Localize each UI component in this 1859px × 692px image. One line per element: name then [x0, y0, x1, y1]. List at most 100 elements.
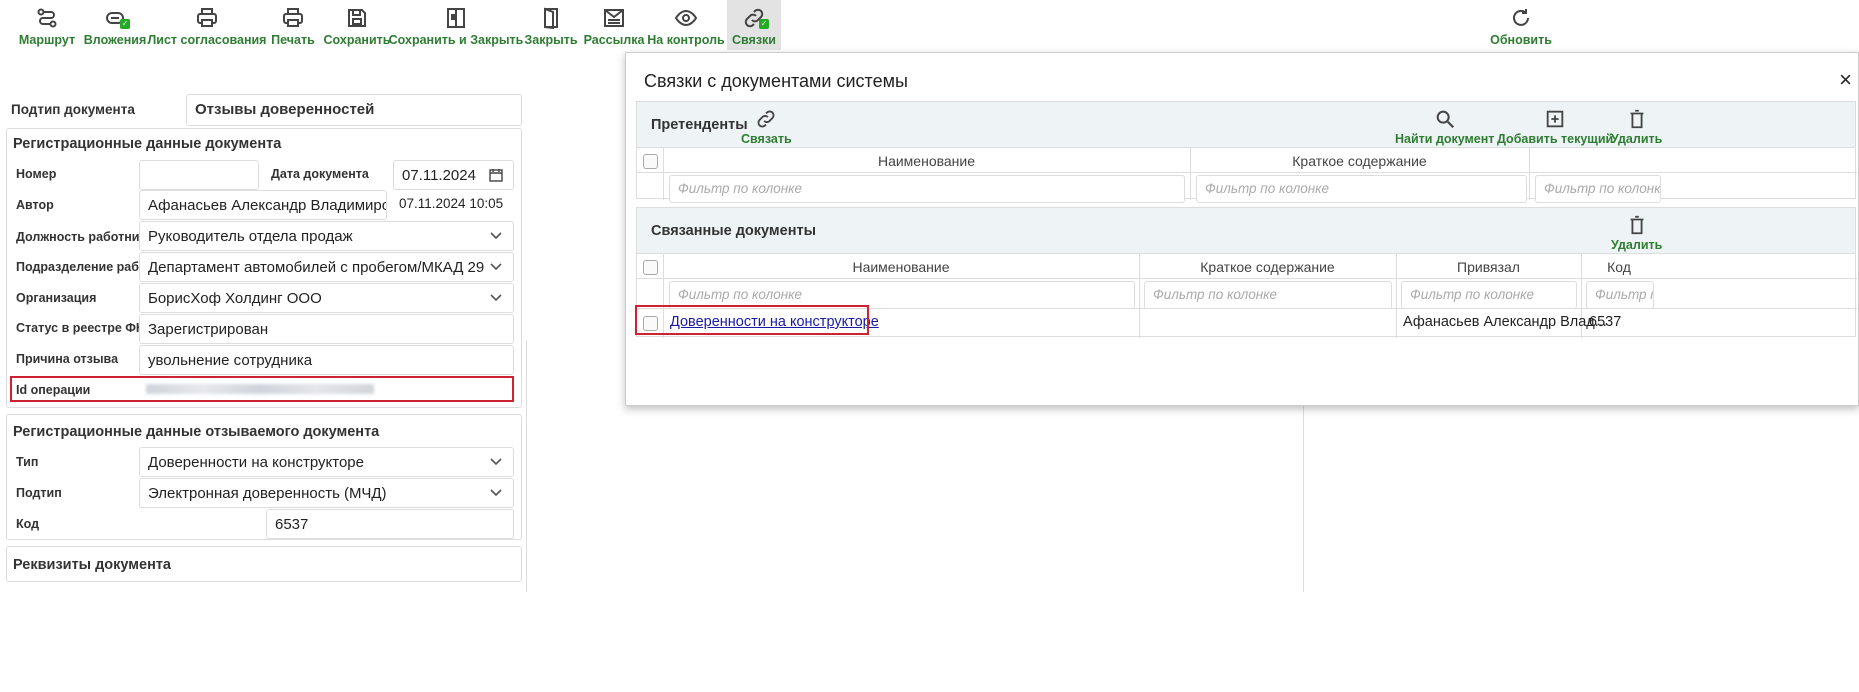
chevron-down-icon	[490, 263, 502, 271]
attachments-label: Вложения	[83, 33, 147, 47]
operation-id-value	[146, 384, 374, 394]
filter-extra-input[interactable]: Фильтр по колонке	[1535, 175, 1661, 203]
division-label: Подразделение рабо...	[16, 260, 157, 274]
column-header-linked-by[interactable]: Привязал	[1396, 259, 1581, 275]
link-button-label: Связать	[741, 132, 792, 146]
number-field[interactable]	[139, 160, 259, 190]
date-value: 07.11.2024	[402, 167, 476, 184]
revoked-subtype-label: Подтип	[16, 486, 62, 500]
links-button[interactable]: ✓ Связки	[727, 0, 781, 50]
date-label: Дата документа	[271, 167, 369, 181]
type-value: Доверенности на конструкторе	[148, 454, 364, 471]
save-icon	[348, 9, 366, 27]
mailing-label: Рассылка	[583, 33, 645, 47]
save-close-button[interactable]: Сохранить и Закрыть	[389, 0, 523, 50]
delete-candidate-button[interactable]: Удалить	[1611, 108, 1662, 146]
approval-sheet-label: Лист согласования	[147, 33, 267, 47]
requisites-section-title: Реквизиты документа	[13, 557, 171, 573]
modal-title: Связки с документами системы	[644, 71, 908, 91]
org-value: БорисХоф Холдинг ООО	[148, 290, 322, 307]
save-button[interactable]: Сохранить	[324, 0, 390, 50]
registration-section-title: Регистрационные данные документа	[13, 136, 282, 152]
delete-linked-button[interactable]: Удалить	[1611, 214, 1662, 252]
candidates-title: Претенденты	[651, 117, 748, 133]
trash-icon	[1630, 109, 1644, 129]
reason-field[interactable]: увольнение сотрудника	[139, 345, 514, 375]
route-button[interactable]: Маршрут	[18, 0, 76, 50]
filter-summary-input[interactable]: Фильтр по колонке	[1196, 175, 1527, 203]
column-header-summary[interactable]: Краткое содержание	[1139, 259, 1396, 275]
control-button[interactable]: На контроль	[647, 0, 725, 50]
column-header-name[interactable]: Наименование	[663, 259, 1139, 275]
add-current-label: Добавить текущий	[1497, 132, 1614, 146]
date-field[interactable]: 07.11.2024	[393, 160, 514, 190]
subtype-field[interactable]: Отзывы доверенностей	[186, 94, 522, 126]
link-button[interactable]: Связать	[741, 108, 792, 146]
grid-divider	[637, 278, 1857, 279]
column-header-summary[interactable]: Краткое содержание	[1190, 153, 1529, 169]
refresh-button[interactable]: Обновить	[1490, 0, 1552, 50]
column-header-code[interactable]: Код	[1581, 259, 1657, 275]
linked-row-highlight	[635, 305, 869, 335]
code-field[interactable]: 6537	[266, 509, 514, 539]
filter-linked-by-input[interactable]: Фильтр по колонке	[1401, 281, 1577, 309]
filter-name-input[interactable]: Фильтр по колонке	[669, 175, 1185, 203]
fns-field[interactable]: Зарегистрирован	[139, 314, 514, 344]
division-select[interactable]: Департамент автомобилей с пробегом/МКАД …	[139, 252, 514, 282]
find-document-label: Найти документ	[1395, 132, 1495, 146]
attachments-button[interactable]: ✓ Вложения	[83, 0, 147, 50]
calendar-icon[interactable]	[489, 168, 503, 182]
linked-docs-header	[637, 208, 1855, 254]
route-label: Маршрут	[18, 33, 76, 47]
filter-summary-input[interactable]: Фильтр по колонке	[1144, 281, 1392, 309]
print-icon	[197, 8, 217, 27]
check-badge-icon: ✓	[759, 19, 769, 29]
link-icon	[757, 110, 775, 128]
position-label: Должность работника	[16, 230, 153, 244]
chevron-down-icon	[490, 294, 502, 302]
close-button[interactable]: Закрыть	[524, 0, 578, 50]
check-badge-icon: ✓	[120, 19, 130, 29]
toolbar: Маршрут ✓ Вложения Лист согласования Печ…	[0, 0, 1859, 50]
select-all-checkbox[interactable]	[643, 154, 658, 169]
print-button[interactable]: Печать	[268, 0, 318, 50]
trash-icon	[1630, 215, 1644, 235]
position-value: Руководитель отдела продаж	[148, 228, 353, 245]
chevron-down-icon	[490, 458, 502, 466]
save-close-icon	[447, 8, 465, 28]
filter-code-input[interactable]: Фильтр по...	[1586, 281, 1654, 309]
route-icon	[37, 8, 57, 28]
refresh-icon	[1513, 9, 1529, 26]
close-icon[interactable]: ×	[1839, 67, 1852, 93]
pane-divider	[526, 340, 527, 592]
delete-candidate-label: Удалить	[1611, 132, 1663, 146]
type-select[interactable]: Доверенности на конструкторе	[139, 447, 514, 477]
position-select[interactable]: Руководитель отдела продаж	[139, 221, 514, 251]
print-icon	[283, 8, 303, 27]
code-label: Код	[16, 517, 40, 531]
select-all-checkbox[interactable]	[643, 260, 658, 275]
author-label: Автор	[16, 198, 54, 212]
grid-divider	[637, 172, 1857, 173]
eye-icon	[674, 9, 698, 27]
close-label: Закрыть	[524, 33, 578, 47]
links-label: Связки	[732, 33, 776, 47]
chevron-down-icon	[490, 232, 502, 240]
mailing-button[interactable]: Рассылка	[584, 0, 644, 50]
author-field[interactable]: Афанасьев Александр Владимирович	[139, 190, 387, 220]
door-icon	[544, 7, 558, 30]
author-timestamp: 07.11.2024 10:05	[399, 196, 504, 211]
approval-sheet-button[interactable]: Лист согласования	[148, 0, 266, 50]
code-cell: 6537	[1589, 314, 1622, 330]
add-current-button[interactable]: Добавить текущий	[1497, 108, 1613, 146]
mail-icon	[604, 9, 624, 27]
delete-linked-label: Удалить	[1611, 238, 1663, 252]
find-document-button[interactable]: Найти документ	[1395, 108, 1494, 146]
revoked-subtype-select[interactable]: Электронная доверенность (МЧД)	[139, 478, 514, 508]
column-header-name[interactable]: Наименование	[663, 153, 1190, 169]
number-label: Номер	[16, 167, 57, 181]
candidates-panel: Претенденты Связать Найти документ Добав…	[636, 101, 1857, 203]
subtype-label: Подтип документа	[11, 102, 135, 117]
org-select[interactable]: БорисХоф Холдинг ООО	[139, 283, 514, 313]
org-label: Организация	[16, 291, 97, 305]
